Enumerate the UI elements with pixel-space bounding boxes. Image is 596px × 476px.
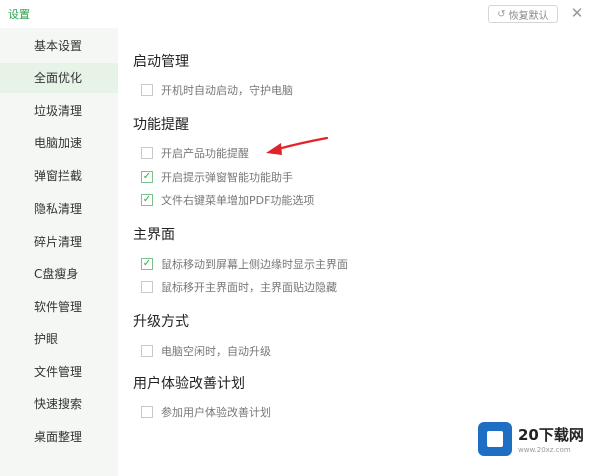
checkbox[interactable]: [141, 84, 153, 96]
option-pdf-context-menu[interactable]: ✓ 文件右键菜单增加PDF功能选项: [141, 192, 314, 208]
section-title-ux-plan: 用户体验改善计划: [133, 376, 245, 392]
box-logo-icon: [478, 422, 512, 456]
restore-defaults-button[interactable]: ↺ 恢复默认: [488, 5, 558, 23]
sidebar-item-defrag[interactable]: 碎片清理: [0, 227, 118, 257]
option-label: 电脑空闲时，自动升级: [161, 345, 271, 358]
checkbox[interactable]: [141, 281, 153, 293]
option-label: 开启产品功能提醒: [161, 147, 249, 160]
restore-defaults-label: 恢复默认: [508, 10, 549, 22]
sidebar-item-pc-speedup[interactable]: 电脑加速: [0, 128, 118, 158]
checkbox-checked[interactable]: ✓: [141, 258, 153, 270]
restore-icon: ↺: [497, 8, 506, 20]
option-label: 开启提示弹窗智能功能助手: [161, 171, 293, 184]
sidebar-item-full-optimize[interactable]: 全面优化: [0, 63, 118, 93]
option-edge-hide[interactable]: 鼠标移开主界面时，主界面贴边隐藏: [141, 279, 337, 295]
option-idle-upgrade[interactable]: 电脑空闲时，自动升级: [141, 343, 271, 359]
watermark-name: 20下载网: [518, 426, 584, 444]
section-title-startup: 启动管理: [133, 54, 189, 70]
sidebar-item-eye-care[interactable]: 护眼: [0, 324, 118, 354]
option-show-on-edge[interactable]: ✓ 鼠标移动到屏幕上侧边缘时显示主界面: [141, 256, 348, 272]
title-bar: 设置 ↺ 恢复默认 ✕: [0, 0, 596, 28]
sidebar-item-c-drive-slim[interactable]: C盘瘦身: [0, 259, 118, 289]
option-label: 文件右键菜单增加PDF功能选项: [161, 194, 315, 207]
option-auto-start[interactable]: 开机时自动启动，守护电脑: [141, 82, 293, 98]
option-label: 参加用户体验改善计划: [161, 406, 271, 419]
sidebar-item-junk-clean[interactable]: 垃圾清理: [0, 96, 118, 126]
window-title: 设置: [8, 8, 30, 21]
sidebar-item-basic-settings[interactable]: 基本设置: [0, 31, 118, 61]
sidebar-item-popup-block[interactable]: 弹窗拦截: [0, 161, 118, 191]
sidebar-item-file-manage[interactable]: 文件管理: [0, 357, 118, 387]
sidebar-item-privacy-clean[interactable]: 隐私清理: [0, 194, 118, 224]
close-icon[interactable]: ✕: [568, 4, 586, 22]
section-title-upgrade: 升级方式: [133, 314, 189, 330]
section-title-main-ui: 主界面: [133, 227, 175, 243]
watermark-url: www.20xz.com: [518, 446, 571, 454]
option-join-ux-plan[interactable]: 参加用户体验改善计划: [141, 404, 271, 420]
checkbox[interactable]: [141, 147, 153, 159]
option-label: 开机时自动启动，守护电脑: [161, 84, 293, 97]
checkbox[interactable]: [141, 406, 153, 418]
option-product-tips[interactable]: 开启产品功能提醒: [141, 145, 249, 161]
checkbox[interactable]: [141, 345, 153, 357]
watermark: 20下载网 www.20xz.com: [478, 414, 588, 464]
option-smart-assistant[interactable]: ✓ 开启提示弹窗智能功能助手: [141, 169, 293, 185]
option-label: 鼠标移开主界面时，主界面贴边隐藏: [161, 281, 337, 294]
section-title-feature-tips: 功能提醒: [133, 117, 189, 133]
checkbox-checked[interactable]: ✓: [141, 194, 153, 206]
sidebar-item-desktop-organize[interactable]: 桌面整理: [0, 422, 118, 452]
checkbox-checked[interactable]: ✓: [141, 171, 153, 183]
option-label: 鼠标移动到屏幕上侧边缘时显示主界面: [161, 258, 348, 271]
sidebar-item-quick-search[interactable]: 快速搜索: [0, 389, 118, 419]
sidebar-item-software-manage[interactable]: 软件管理: [0, 292, 118, 322]
sidebar: 基本设置 全面优化 垃圾清理 电脑加速 弹窗拦截 隐私清理 碎片清理 C盘瘦身 …: [0, 28, 118, 476]
